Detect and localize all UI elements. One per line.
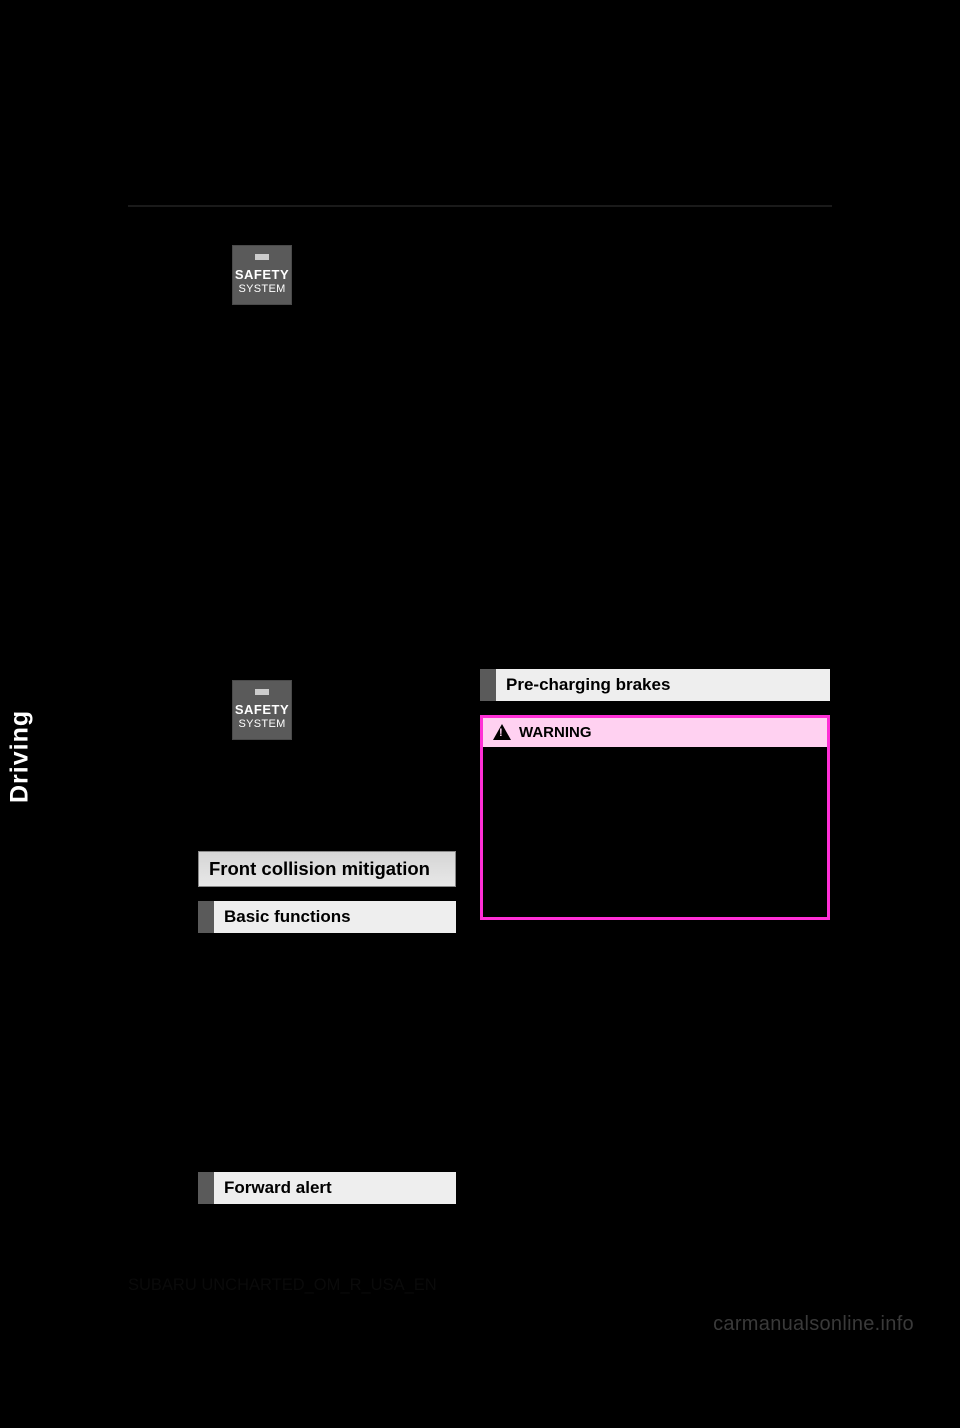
text-fragment: The xyxy=(198,700,232,719)
subheader-forward-alert: Forward alert xyxy=(198,1172,456,1204)
bullet-dot: ● xyxy=(198,547,208,571)
subheader-label: Forward alert xyxy=(214,1172,456,1204)
warning-titlebar: WARNING xyxy=(483,718,827,747)
bullet-text: If the system determines that the vehicl… xyxy=(218,547,456,666)
subheader-chip xyxy=(198,901,214,933)
side-tab: Driving xyxy=(0,665,40,847)
icon-label-2: SYSTEM xyxy=(233,282,291,297)
header-rule xyxy=(128,205,832,207)
watermark: carmanualsonline.info xyxy=(713,1313,914,1336)
bullet-text: When the driving support system switch i… xyxy=(218,418,456,537)
manual-page: 400 6-2. Driving assist system Driving T… xyxy=(0,0,960,1358)
header-title: 6-2. Driving assist system xyxy=(198,159,456,183)
bullet-text: Depending on the system operating condit… xyxy=(500,440,830,654)
left-block-1b: turns off and the driving support system… xyxy=(198,311,456,406)
safety-system-icon: SAFETY SYSTEM xyxy=(232,245,292,305)
bullet-item: ● If the system determines that the vehi… xyxy=(198,547,456,666)
right-para-1: If the front wheels and steering wheel o… xyxy=(480,228,830,299)
section-strip: Front collision mitigation xyxy=(198,851,456,887)
subheader-chip xyxy=(198,1172,214,1204)
warning-body: ● In certain situations, the system may … xyxy=(483,747,827,917)
subheader-pre-charging-brakes: Pre-charging brakes xyxy=(480,669,830,701)
right-para-2: However, if the vehicle is traveling bel… xyxy=(480,309,830,428)
bullet-dot: ● xyxy=(497,757,507,901)
warning-icon xyxy=(493,724,511,740)
left-block-1: The SAFETY SYSTEM switch indicator xyxy=(198,245,456,305)
subheader-chip xyxy=(480,669,496,701)
bullet-dot: ● xyxy=(480,440,490,464)
safety-system-icon: SAFETY SYSTEM xyxy=(232,680,292,740)
warning-box: WARNING ● In certain situations, the sys… xyxy=(480,715,830,920)
text-fragment: The xyxy=(198,264,232,283)
left-after-sub1: Intended to support safe driving, if the… xyxy=(198,943,456,1157)
footer-doc-id: SUBARU UNCHARTED_OM_R_USA_EN xyxy=(128,1276,437,1295)
subheader-label: Pre-charging brakes xyxy=(496,669,830,701)
bullet-item: ● Depending on the system operating cond… xyxy=(480,440,830,654)
left-column: The SAFETY SYSTEM switch indicator turns… xyxy=(198,245,456,1428)
bullet-item: ● When the driving support system switch… xyxy=(198,418,456,537)
right-column: If the front wheels and steering wheel o… xyxy=(480,228,830,920)
subheader-label: Basic functions xyxy=(214,901,456,933)
warning-label: WARNING xyxy=(519,724,592,741)
page-number: 400 xyxy=(132,159,167,183)
bullet-dot: ● xyxy=(198,418,208,442)
warning-text: In certain situations, the system may op… xyxy=(517,757,813,901)
left-block-2: The SAFETY SYSTEM switch indicator illum… xyxy=(198,680,456,835)
text-fragment: switch indicator xyxy=(297,264,413,283)
subheader-basic-functions: Basic functions xyxy=(198,901,456,933)
left-after-sub2: When the system determines that there is… xyxy=(198,1214,456,1428)
icon-label-2: SYSTEM xyxy=(233,717,291,732)
